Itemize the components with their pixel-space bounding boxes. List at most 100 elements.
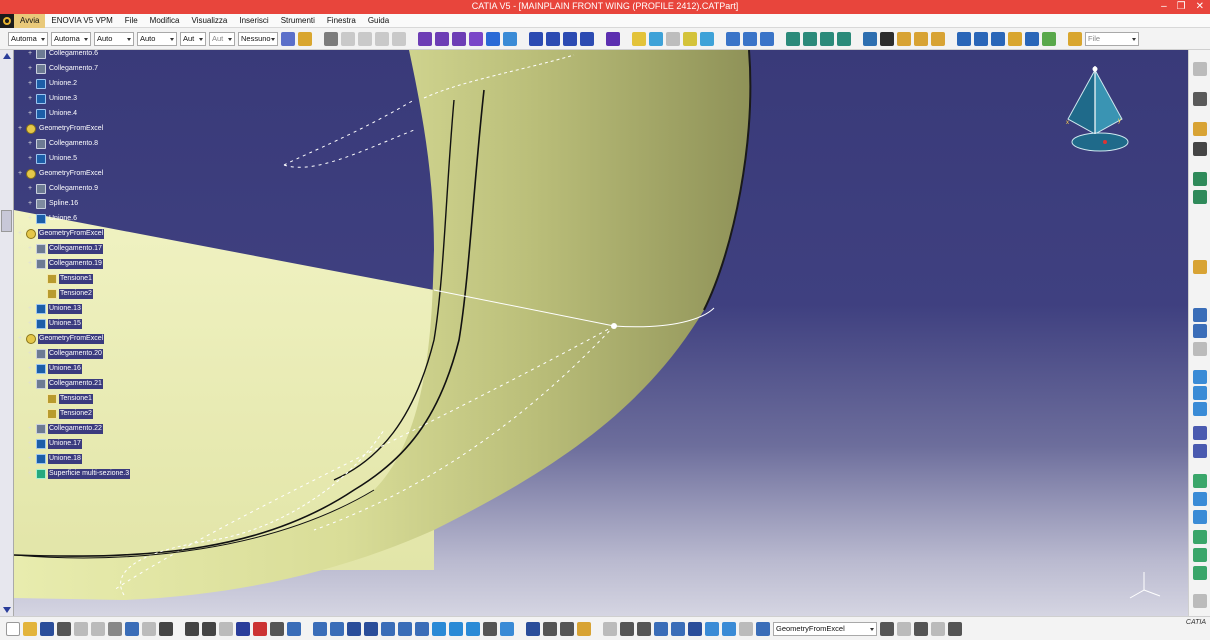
rotate-view-icon[interactable] xyxy=(364,621,378,636)
expand-icon[interactable]: + xyxy=(27,350,33,357)
restore-button[interactable]: ❐ xyxy=(1177,0,1186,14)
zoom-in-icon[interactable] xyxy=(381,621,395,636)
layer-combo[interactable]: Nessuno xyxy=(238,31,278,46)
tree-node[interactable]: Unione.2 xyxy=(36,78,78,90)
color-combo[interactable]: Automa xyxy=(8,31,48,46)
point-symbol-combo[interactable]: Aut xyxy=(180,31,206,46)
expand-icon[interactable]: + xyxy=(27,380,33,387)
positioned-sketch-icon[interactable] xyxy=(1193,92,1207,106)
expand-icon[interactable]: + xyxy=(27,305,33,312)
expand-icon[interactable]: + xyxy=(27,470,33,477)
body-icon[interactable] xyxy=(688,621,702,636)
catalog-icon[interactable] xyxy=(897,31,911,46)
tools-icon[interactable] xyxy=(1193,260,1207,274)
expand-icon[interactable]: + xyxy=(17,230,23,237)
porcupine-icon[interactable] xyxy=(700,31,714,46)
grid-icon[interactable] xyxy=(880,31,894,46)
scroll-up-icon[interactable] xyxy=(3,53,11,59)
swap-icon[interactable] xyxy=(500,621,514,636)
sweep-tool-icon[interactable] xyxy=(1193,510,1207,524)
line-thickness-combo[interactable]: Auto xyxy=(94,31,134,46)
menu-enovia[interactable]: ENOVIA V5 VPM xyxy=(45,14,118,28)
file-combo[interactable]: File xyxy=(1085,31,1139,46)
brush-icon[interactable] xyxy=(298,31,312,46)
comment-icon[interactable] xyxy=(202,621,216,636)
tree-node[interactable]: Unione.13 xyxy=(36,303,82,315)
iso-view-icon[interactable] xyxy=(974,31,988,46)
constraint-icon[interactable] xyxy=(1193,172,1207,186)
connect-checker-icon[interactable] xyxy=(649,31,663,46)
tree-node-geometry-set[interactable]: GeometryFromExcel xyxy=(26,333,105,345)
tree-node[interactable]: Collegamento.21 xyxy=(36,378,103,390)
fly-mode-icon[interactable] xyxy=(313,621,327,636)
shading-bottom-icon[interactable] xyxy=(466,621,480,636)
measure-icon[interactable] xyxy=(863,31,877,46)
tree-node[interactable]: Collegamento.17 xyxy=(36,243,103,255)
plane-icon[interactable] xyxy=(375,31,389,46)
expand-icon[interactable]: + xyxy=(27,65,33,72)
current-body-combo[interactable]: GeometryFromExcel xyxy=(773,621,877,636)
print-icon[interactable] xyxy=(57,621,71,636)
revolve-tool-icon[interactable] xyxy=(1193,386,1207,400)
sync-icon[interactable] xyxy=(620,621,634,636)
menu-guida[interactable]: Guida xyxy=(362,14,395,28)
tree-node-geometry-set[interactable]: GeometryFromExcel xyxy=(26,228,105,240)
expand-icon[interactable]: + xyxy=(27,245,33,252)
normal-view-icon[interactable] xyxy=(415,621,429,636)
help-icon[interactable] xyxy=(159,621,173,636)
transparency-combo[interactable]: Automa xyxy=(51,31,91,46)
offset-icon[interactable] xyxy=(606,31,620,46)
expand-icon[interactable]: + xyxy=(27,215,33,222)
expand-icon[interactable]: + xyxy=(27,455,33,462)
measure-item-icon[interactable] xyxy=(543,621,557,636)
menu-visualizza[interactable]: Visualizza xyxy=(185,14,233,28)
paste-icon[interactable] xyxy=(108,621,122,636)
swap-space-icon[interactable] xyxy=(1025,31,1039,46)
expand-icon[interactable]: + xyxy=(27,200,33,207)
tree-node[interactable]: Spline.16 xyxy=(36,198,79,210)
redo-icon[interactable] xyxy=(142,621,156,636)
define-work-object-icon[interactable] xyxy=(880,621,894,636)
rotate-icon[interactable] xyxy=(803,31,817,46)
tree-node[interactable]: Collegamento.7 xyxy=(36,63,99,75)
sketcher-icon[interactable] xyxy=(1193,62,1207,76)
analysis-icon[interactable] xyxy=(632,31,646,46)
trim-icon[interactable] xyxy=(580,31,594,46)
line-icon[interactable] xyxy=(358,31,372,46)
tree-node-geometry-set[interactable]: GeometryFromExcel xyxy=(26,123,104,135)
axis-system-icon[interactable] xyxy=(726,31,740,46)
tree-node[interactable]: Unione.17 xyxy=(36,438,82,450)
tree-node[interactable]: Unione.6 xyxy=(36,213,78,225)
tree-node[interactable]: Unione.18 xyxy=(36,453,82,465)
tree-node[interactable]: Collegamento.8 xyxy=(36,138,99,150)
draft-analysis-icon[interactable] xyxy=(666,31,680,46)
menu-inserisci[interactable]: Inserisci xyxy=(233,14,274,28)
open-icon[interactable] xyxy=(23,621,37,636)
line-tool-icon[interactable] xyxy=(1193,324,1207,338)
expand-icon[interactable]: + xyxy=(27,155,33,162)
grid-bottom-icon[interactable] xyxy=(654,621,668,636)
lock-icon[interactable] xyxy=(577,621,591,636)
cut-icon[interactable] xyxy=(74,621,88,636)
close-button[interactable]: ✕ xyxy=(1196,0,1204,14)
fit-all-icon[interactable] xyxy=(330,621,344,636)
rotate-3d-icon[interactable] xyxy=(603,621,617,636)
rendering-style-combo[interactable]: Aut xyxy=(209,31,235,46)
3d-viewport[interactable]: Collegamento.6 + Collegamento.7 + Unione.2 + U… xyxy=(14,50,1188,616)
folder-icon[interactable] xyxy=(1068,31,1082,46)
tree-node[interactable]: Superficie multi-sezione.3 xyxy=(36,468,131,480)
measure-tool-icon[interactable] xyxy=(1193,594,1207,608)
circle-tool-icon[interactable] xyxy=(1193,426,1207,440)
expand-icon[interactable]: + xyxy=(27,50,33,57)
shape-icon[interactable] xyxy=(705,621,719,636)
join-icon[interactable] xyxy=(529,31,543,46)
axis-bottom-icon[interactable] xyxy=(637,621,651,636)
zoom-out-icon[interactable] xyxy=(398,621,412,636)
expand-icon[interactable]: + xyxy=(27,80,33,87)
publish-icon[interactable] xyxy=(948,621,962,636)
tree-node[interactable]: Unione.5 xyxy=(36,153,78,165)
update-icon[interactable] xyxy=(1042,31,1056,46)
tree-node[interactable]: Unione.16 xyxy=(36,363,82,375)
healing-icon[interactable] xyxy=(546,31,560,46)
extrude-tool-icon[interactable] xyxy=(1193,370,1207,384)
